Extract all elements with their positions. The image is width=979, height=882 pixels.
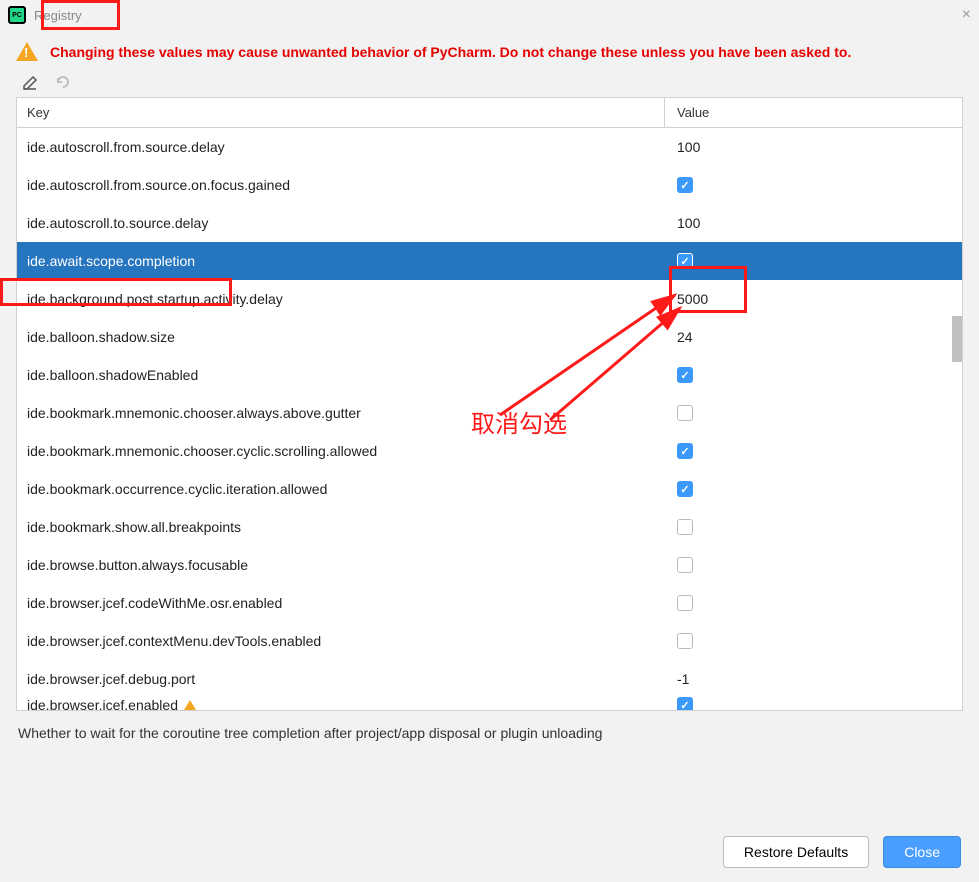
registry-value[interactable] <box>671 443 962 459</box>
column-value[interactable]: Value <box>665 105 962 120</box>
registry-key: ide.balloon.shadowEnabled <box>17 367 671 383</box>
registry-key: ide.browser.jcef.codeWithMe.osr.enabled <box>17 595 671 611</box>
checkbox[interactable] <box>677 697 693 711</box>
table-row[interactable]: ide.browser.jcef.contextMenu.devTools.en… <box>17 622 962 660</box>
table-row[interactable]: ide.bookmark.mnemonic.chooser.always.abo… <box>17 394 962 432</box>
table-row[interactable]: ide.background.post.startup.activity.del… <box>17 280 962 318</box>
table-row[interactable]: ide.autoscroll.from.source.delay100 <box>17 128 962 166</box>
scrollbar-thumb[interactable] <box>952 316 962 362</box>
registry-value[interactable] <box>671 405 962 421</box>
registry-key: ide.background.post.startup.activity.del… <box>17 291 671 307</box>
registry-key: ide.autoscroll.to.source.delay <box>17 215 671 231</box>
registry-value[interactable]: 24 <box>671 329 962 345</box>
table-row[interactable]: ide.browser.jcef.codeWithMe.osr.enabled <box>17 584 962 622</box>
registry-key: ide.bookmark.mnemonic.chooser.always.abo… <box>17 405 671 421</box>
toolbar <box>0 69 979 97</box>
registry-value[interactable] <box>671 253 962 269</box>
registry-key: ide.bookmark.occurrence.cyclic.iteration… <box>17 481 671 497</box>
registry-key: ide.await.scope.completion <box>17 253 671 269</box>
registry-key: ide.balloon.shadow.size <box>17 329 671 345</box>
checkbox[interactable] <box>677 443 693 459</box>
checkbox[interactable] <box>677 405 693 421</box>
registry-value[interactable] <box>671 177 962 193</box>
checkbox[interactable] <box>677 633 693 649</box>
table-body[interactable]: ide.autoscroll.from.source.delay100ide.a… <box>17 128 962 711</box>
checkbox[interactable] <box>677 253 693 269</box>
table-row[interactable]: ide.await.scope.completion <box>17 242 962 280</box>
close-button[interactable]: Close <box>883 836 961 868</box>
table-row[interactable]: ide.bookmark.show.all.breakpoints <box>17 508 962 546</box>
registry-key: ide.browse.button.always.focusable <box>17 557 671 573</box>
table-row[interactable]: ide.balloon.shadow.size24 <box>17 318 962 356</box>
warning-text: Changing these values may cause unwanted… <box>50 44 851 60</box>
edit-icon[interactable] <box>22 73 40 91</box>
table-row[interactable]: ide.browser.jcef.debug.port-1 <box>17 660 962 698</box>
registry-key: ide.autoscroll.from.source.delay <box>17 139 671 155</box>
registry-value[interactable] <box>671 481 962 497</box>
modified-icon <box>184 700 196 710</box>
table-row[interactable]: ide.autoscroll.from.source.on.focus.gain… <box>17 166 962 204</box>
app-icon <box>8 6 26 24</box>
registry-value[interactable] <box>671 367 962 383</box>
checkbox[interactable] <box>677 481 693 497</box>
footer: Restore Defaults Close <box>723 836 961 868</box>
table-row[interactable]: ide.autoscroll.to.source.delay100 <box>17 204 962 242</box>
table-row[interactable]: ide.bookmark.mnemonic.chooser.cyclic.scr… <box>17 432 962 470</box>
checkbox[interactable] <box>677 367 693 383</box>
table-row[interactable]: ide.balloon.shadowEnabled <box>17 356 962 394</box>
registry-key: ide.browser.jcef.contextMenu.devTools.en… <box>17 633 671 649</box>
registry-key: ide.autoscroll.from.source.on.focus.gain… <box>17 177 671 193</box>
table-row[interactable]: ide.browse.button.always.focusable <box>17 546 962 584</box>
registry-value[interactable]: 100 <box>671 139 962 155</box>
registry-value[interactable]: 100 <box>671 215 962 231</box>
registry-value[interactable] <box>671 519 962 535</box>
checkbox[interactable] <box>677 595 693 611</box>
revert-icon[interactable] <box>54 73 72 91</box>
checkbox[interactable] <box>677 557 693 573</box>
registry-key: ide.bookmark.show.all.breakpoints <box>17 519 671 535</box>
titlebar: Registry × <box>0 0 979 30</box>
close-icon[interactable]: × <box>962 6 971 24</box>
registry-value[interactable] <box>671 595 962 611</box>
description-text: Whether to wait for the coroutine tree c… <box>0 711 979 755</box>
registry-value[interactable] <box>671 557 962 573</box>
registry-value[interactable] <box>671 697 962 711</box>
window-title: Registry <box>34 8 82 23</box>
restore-defaults-button[interactable]: Restore Defaults <box>723 836 869 868</box>
table-row[interactable]: ide.bookmark.occurrence.cyclic.iteration… <box>17 470 962 508</box>
column-key[interactable]: Key <box>17 98 665 127</box>
registry-key: ide.browser.jcef.enabled <box>17 697 671 711</box>
registry-table: Key Value ide.autoscroll.from.source.del… <box>16 97 963 711</box>
registry-key: ide.browser.jcef.debug.port <box>17 671 671 687</box>
table-row[interactable]: ide.browser.jcef.enabled <box>17 698 962 711</box>
warning-banner: Changing these values may cause unwanted… <box>0 30 979 69</box>
registry-value[interactable]: -1 <box>671 671 962 687</box>
warning-icon <box>16 42 38 61</box>
registry-value[interactable] <box>671 633 962 649</box>
checkbox[interactable] <box>677 519 693 535</box>
registry-key: ide.bookmark.mnemonic.chooser.cyclic.scr… <box>17 443 671 459</box>
table-header: Key Value <box>17 98 962 128</box>
registry-value[interactable]: 5000 <box>671 291 962 307</box>
checkbox[interactable] <box>677 177 693 193</box>
